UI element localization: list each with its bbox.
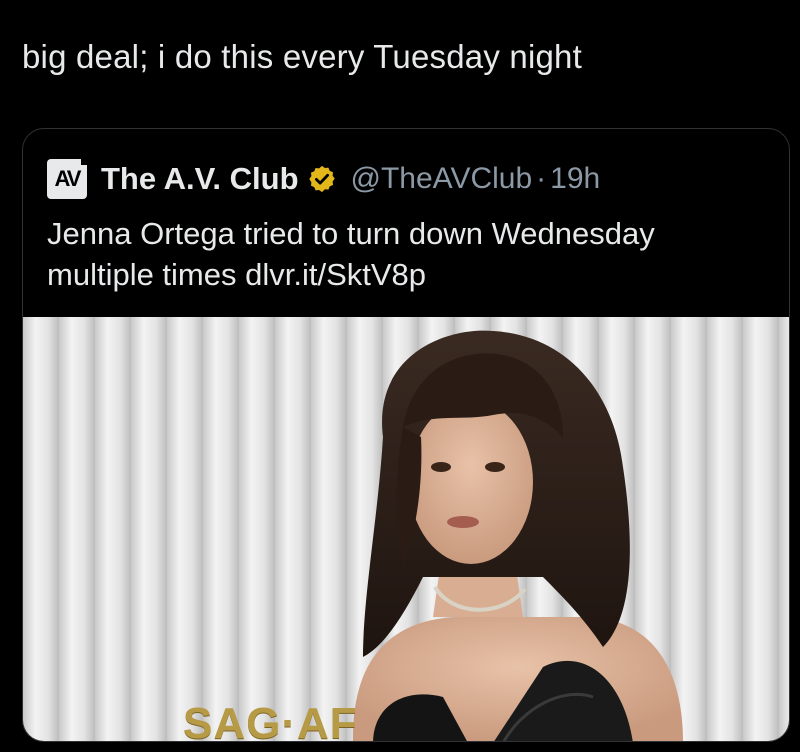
quoted-tweet-text: Jenna Ortega tried to turn down Wednesda… <box>47 216 655 292</box>
author-avatar[interactable]: AV <box>47 157 89 199</box>
avatar-logo-text: AV <box>54 166 82 191</box>
author-name[interactable]: The A.V. Club <box>101 161 299 197</box>
sag-awards-sign: SAG·AF <box>183 699 358 742</box>
tweet-text: big deal; i do this every Tuesday night <box>22 38 582 75</box>
jenna-ortega-photo <box>23 317 789 741</box>
header-separator: · <box>536 162 547 195</box>
author-handle[interactable]: @TheAVClub <box>351 162 533 196</box>
quoted-tweet-header: AV The A.V. Club @TheAVClub · 19h <box>47 157 600 199</box>
quoted-tweet-image[interactable]: SAG·AF <box>23 317 789 742</box>
verified-badge-icon <box>308 165 335 193</box>
quoted-tweet-card[interactable]: AV The A.V. Club @TheAVClub · 19h Jenna … <box>22 128 790 742</box>
tweet-timestamp[interactable]: 19h <box>550 162 600 196</box>
